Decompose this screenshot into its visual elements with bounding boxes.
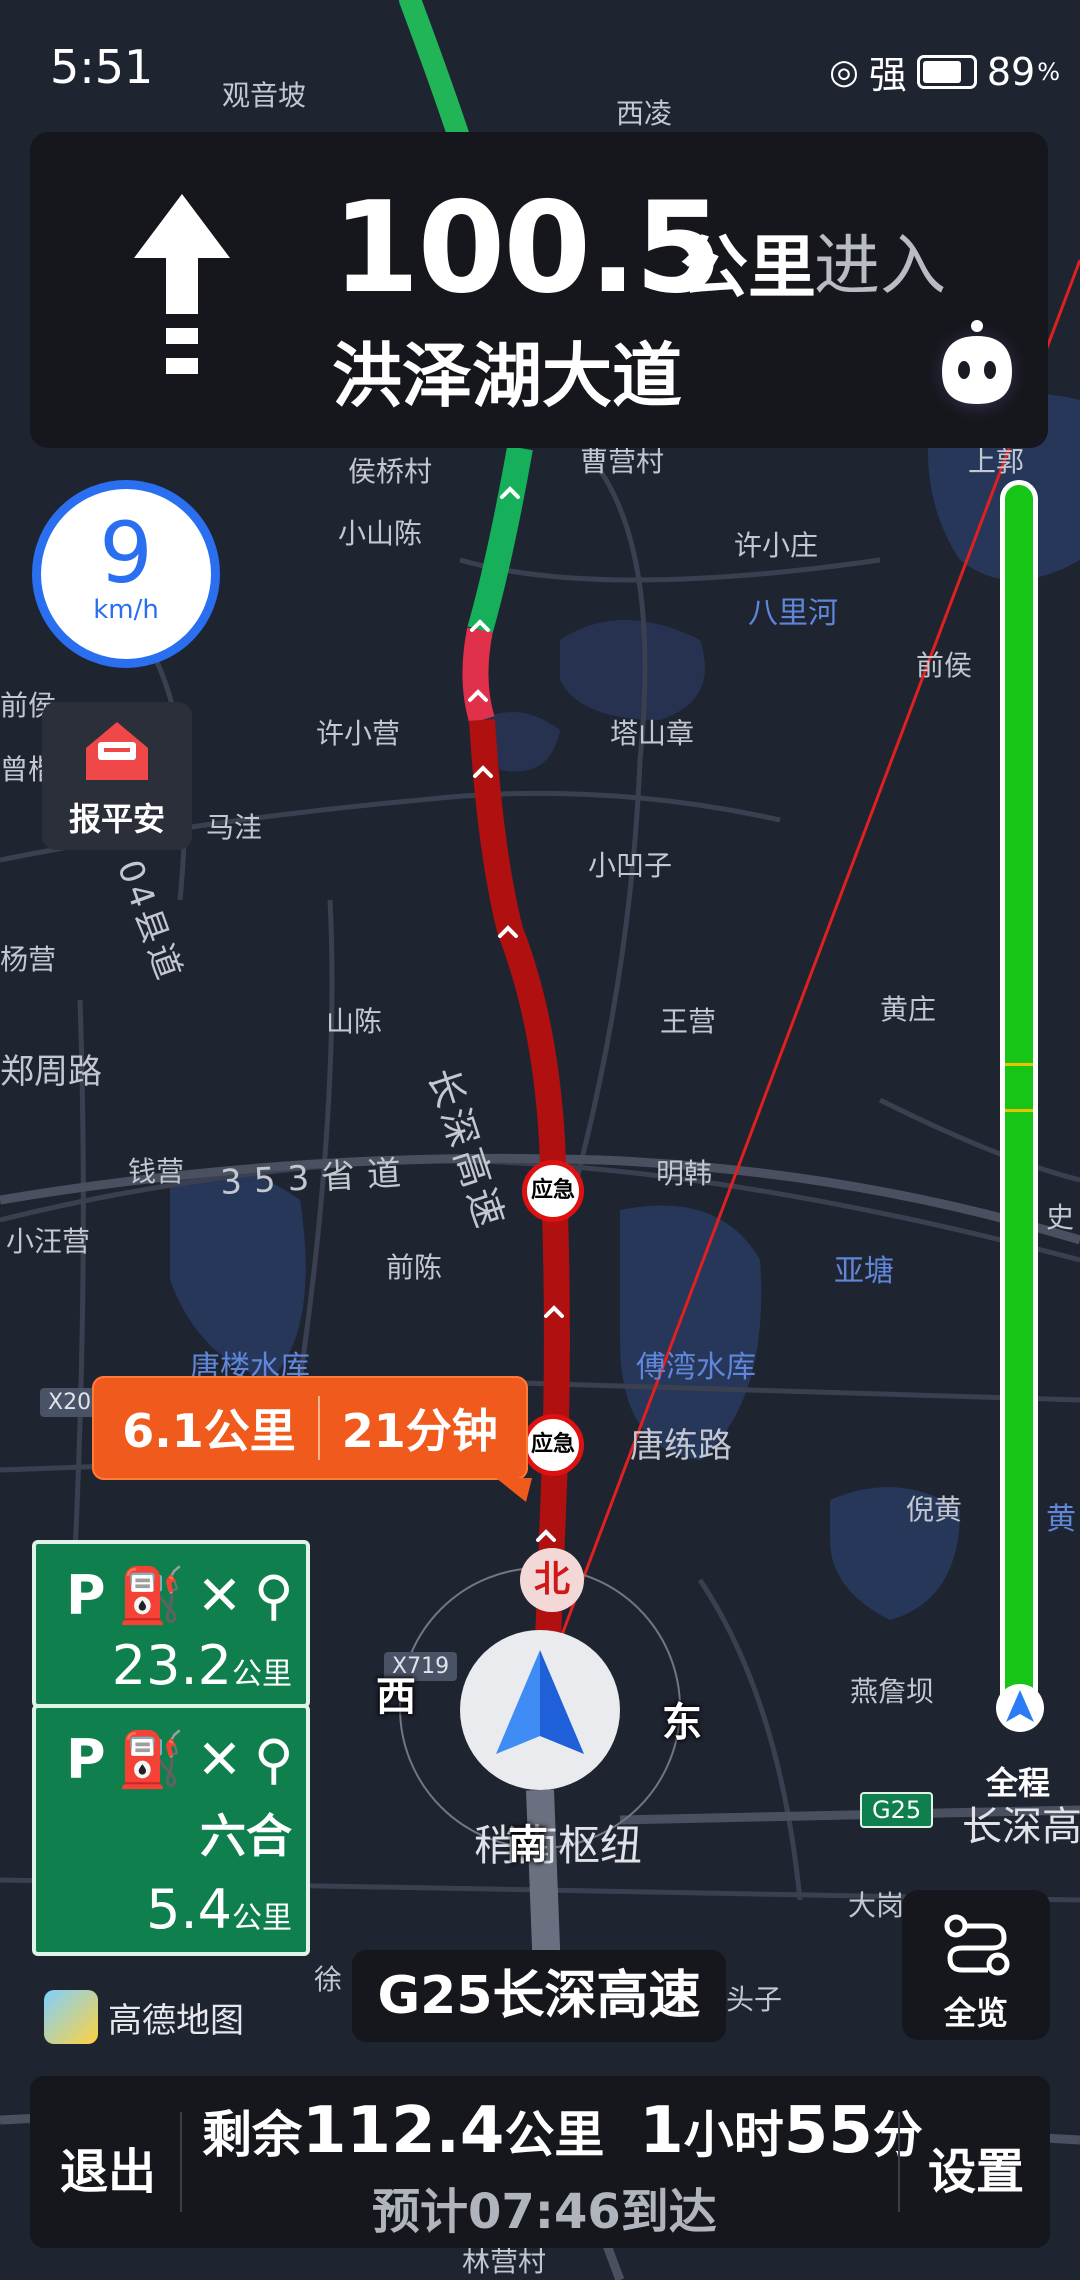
amap-logo: 高德地图 [44,1990,244,2044]
map-place-label: 明韩 [656,1157,713,1190]
compass-north: 北 [520,1548,584,1612]
congestion-time: 21分钟 [341,1404,498,1458]
service-facility-icons: P⛽✕⚲ [66,1728,306,1791]
map-water-label: 八里河 [748,596,838,631]
map-place-label: 燕詹坝 [850,1675,935,1708]
map-place-label: 塔山章 [610,717,695,750]
vehicle-position-icon [460,1630,620,1790]
service-area-distance: 5.4公里 [146,1878,292,1941]
status-indicators: ◎ 强 89% [829,44,1060,99]
report-safe-label: 报平安 [68,800,165,838]
full-route-label: 全程 [986,1764,1051,1802]
slow-traffic-marker [1005,1063,1033,1066]
speed-unit: km/h [93,595,159,625]
bubble-divider [317,1396,320,1460]
navigation-bottom-bar: 退出 剩余112.4公里 1小时55分 预计07:46到达 设置 [30,2076,1050,2248]
report-safe-button[interactable]: 报平安 [42,702,192,850]
congestion-distance: 6.1公里 [122,1404,296,1458]
amap-logo-text: 高德地图 [108,2000,244,2041]
map-place-label: 杨营 [0,943,57,976]
map-place-label: 许小营 [316,717,401,750]
route-overview-icon [944,1914,1010,1976]
current-speed-badge: 9 km/h [32,480,220,668]
bubble-pointer [496,1478,532,1502]
emergency-lane-marker: 应急 [522,1160,584,1222]
signal-icon: ◎ [829,51,859,92]
remaining-summary: 剩余112.4公里 1小时55分 [202,2094,923,2168]
map-place-label: 马洼 [206,811,263,844]
map-road-label: 唐练路 [630,1426,732,1466]
turn-guidance-card[interactable]: 100.5 公里 进入 洪泽湖大道 [30,132,1048,448]
divider [180,2112,182,2212]
straight-arrow-icon [134,194,230,374]
map-place-label: 前侯 [916,649,973,682]
map-place-label: 许小庄 [734,529,819,562]
progress-position-icon [996,1684,1044,1732]
map-place-label: 小山陈 [338,517,423,550]
next-road-name: 洪泽湖大道 [332,335,682,417]
slow-traffic-marker [1005,1109,1033,1112]
amap-logo-icon [44,1990,98,2044]
road-shield-x20: X20 [40,1388,100,1417]
next-maneuver-distance: 100.5 [332,174,723,321]
exit-navigation-button[interactable]: 退出 [60,2132,156,2202]
compass-west: 西 [376,1674,416,1720]
road-shield-g25: G25 [860,1792,934,1828]
map-place-label: 徐 [314,1963,343,1996]
compass-south: 南 [508,1822,548,1868]
overview-button[interactable]: 全览 [902,1890,1050,2040]
current-road-name: G25长深高速 [352,1950,726,2042]
map-place-label: 黄庄 [880,993,937,1026]
signal-strength: 强 [868,53,907,97]
map-road-label: 稍南枢纽 [474,1821,643,1870]
battery-unit: % [1037,57,1060,86]
map-place-label: 王营 [660,1005,717,1038]
next-maneuver-unit: 公里 [680,229,817,308]
battery-level: 89 [986,49,1036,94]
service-facility-icons: P⛽✕⚲ [66,1564,306,1627]
map-place-label: 侯桥村 [348,455,433,488]
service-area-card[interactable]: P⛽✕⚲ 六合 5.4公里 [32,1704,310,1956]
map-place-label: 史 [1046,1201,1075,1234]
overview-label: 全览 [943,1994,1008,2032]
next-maneuver-action: 进入 [814,227,946,304]
map-place-label: 前陈 [386,1251,443,1284]
map-place-label: 亚塘 [834,1254,894,1289]
envelope-icon [86,722,148,780]
map-place-label: 倪黄 [906,1493,963,1526]
divider [898,2112,900,2212]
map-place-label: 黄 [1046,1502,1076,1537]
map-road-label: 郑周路 [0,1052,102,1092]
service-area-distance: 23.2公里 [111,1634,292,1697]
emergency-lane-marker: 应急 [522,1414,584,1476]
battery-icon [916,54,977,89]
map-place-label: 小凹子 [588,849,673,882]
assistant-robot-icon[interactable] [922,314,1032,424]
map-water-label: 傅湾水库 [636,1350,756,1385]
settings-button[interactable]: 设置 [928,2132,1024,2202]
speed-value: 9 [99,504,153,602]
map-place-label: 山陈 [326,1005,383,1038]
service-area-name: 六合 [200,1809,292,1863]
status-bar: 5:51 ◎ 强 89% [0,0,1080,130]
status-time: 5:51 [50,40,154,94]
congestion-info-bubble[interactable]: 6.1公里 21分钟 [92,1376,528,1480]
map-place-label: 头子 [726,1983,783,2016]
service-area-card[interactable]: P⛽✕⚲ 23.2公里 [32,1540,310,1708]
route-progress-bar [1000,480,1038,1730]
map-place-label: 钱营 [128,1155,185,1188]
estimated-arrival: 预计07:46到达 [372,2184,717,2240]
map-place-label: 小汪营 [6,1225,91,1258]
compass-east: 东 [662,1700,702,1746]
map-road-label: 353省道 [219,1152,415,1204]
